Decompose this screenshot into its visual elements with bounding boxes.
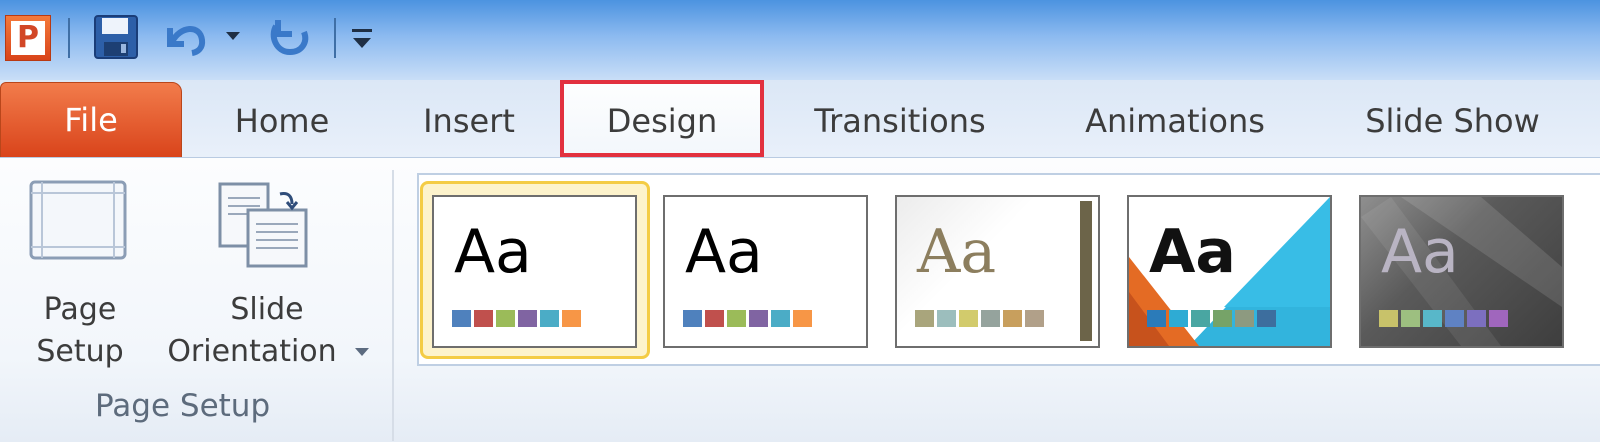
qat-separator: [68, 18, 70, 58]
theme-aa-text: Aa: [454, 217, 532, 287]
tab-home[interactable]: Home: [222, 104, 342, 138]
theme-color-swatches: [915, 310, 1044, 327]
color-swatch: [452, 310, 471, 327]
qat-separator: [334, 18, 336, 58]
color-swatch: [959, 310, 978, 327]
page-setup-label-line2: Setup: [36, 334, 124, 369]
color-swatch: [981, 310, 1000, 327]
theme-aa-text: Aa: [685, 217, 763, 287]
customize-qat-icon[interactable]: [350, 26, 374, 52]
slide-orientation-button[interactable]: Slide Orientation: [152, 172, 382, 382]
color-swatch: [474, 310, 493, 327]
theme-color-swatches: [1379, 310, 1508, 327]
color-swatch: [1379, 310, 1398, 327]
color-swatch: [705, 310, 724, 327]
color-swatch: [793, 310, 812, 327]
color-swatch: [1467, 310, 1486, 327]
color-swatch: [1257, 310, 1276, 327]
tab-transitions[interactable]: Transitions: [800, 104, 1000, 138]
tab-design[interactable]: Design: [560, 80, 764, 157]
theme-color-swatches: [1147, 310, 1276, 327]
tab-animations[interactable]: Animations: [1070, 104, 1280, 138]
theme-color-swatches: [452, 310, 581, 327]
slide-orientation-label-line2: Orientation: [167, 334, 337, 369]
color-swatch: [1191, 310, 1210, 327]
color-swatch: [1489, 310, 1508, 327]
color-swatch: [540, 310, 559, 327]
theme-thumbnail[interactable]: Aa: [432, 195, 637, 348]
color-swatch: [1147, 310, 1166, 327]
color-swatch: [1235, 310, 1254, 327]
page-setup-label-line1: Page: [43, 292, 117, 327]
color-swatch: [1213, 310, 1232, 327]
color-swatch: [1003, 310, 1022, 327]
color-swatch: [771, 310, 790, 327]
color-swatch: [1025, 310, 1044, 327]
undo-icon[interactable]: [162, 16, 208, 58]
group-separator: [392, 170, 394, 441]
color-swatch: [562, 310, 581, 327]
save-icon[interactable]: [93, 14, 139, 60]
page-setup-button[interactable]: Page Setup: [10, 172, 150, 382]
theme-thumbnail[interactable]: Aa: [1127, 195, 1332, 348]
color-swatch: [1401, 310, 1420, 327]
group-label-page-setup: Page Setup: [95, 388, 271, 424]
theme-thumbnail[interactable]: Aa: [663, 195, 868, 348]
theme-aa-text: Aa: [917, 217, 997, 287]
page-setup-icon: [29, 180, 127, 260]
theme-accent-bar: [1080, 201, 1092, 341]
undo-dropdown-icon[interactable]: [224, 30, 242, 42]
tab-insert[interactable]: Insert: [410, 104, 528, 138]
title-bar: P: [0, 0, 1600, 80]
color-swatch: [1445, 310, 1464, 327]
theme-color-swatches: [683, 310, 812, 327]
color-swatch: [1169, 310, 1188, 327]
color-swatch: [749, 310, 768, 327]
tab-file[interactable]: File: [0, 82, 182, 158]
color-swatch: [727, 310, 746, 327]
color-swatch: [683, 310, 702, 327]
color-swatch: [1423, 310, 1442, 327]
slide-orientation-icon: [218, 182, 308, 268]
redo-icon[interactable]: [266, 14, 312, 60]
color-swatch: [915, 310, 934, 327]
color-swatch: [496, 310, 515, 327]
theme-thumbnail[interactable]: Aa: [895, 195, 1100, 348]
theme-aa-text: Aa: [1149, 217, 1236, 287]
color-swatch: [518, 310, 537, 327]
powerpoint-app-icon[interactable]: P: [5, 15, 51, 61]
tab-slide-show[interactable]: Slide Show: [1350, 104, 1555, 138]
theme-thumbnail[interactable]: Aa: [1359, 195, 1564, 348]
slide-orientation-label-line1: Slide: [230, 292, 304, 327]
chevron-down-icon: [355, 348, 369, 356]
theme-aa-text: Aa: [1381, 217, 1459, 287]
app-letter: P: [11, 21, 45, 55]
color-swatch: [937, 310, 956, 327]
